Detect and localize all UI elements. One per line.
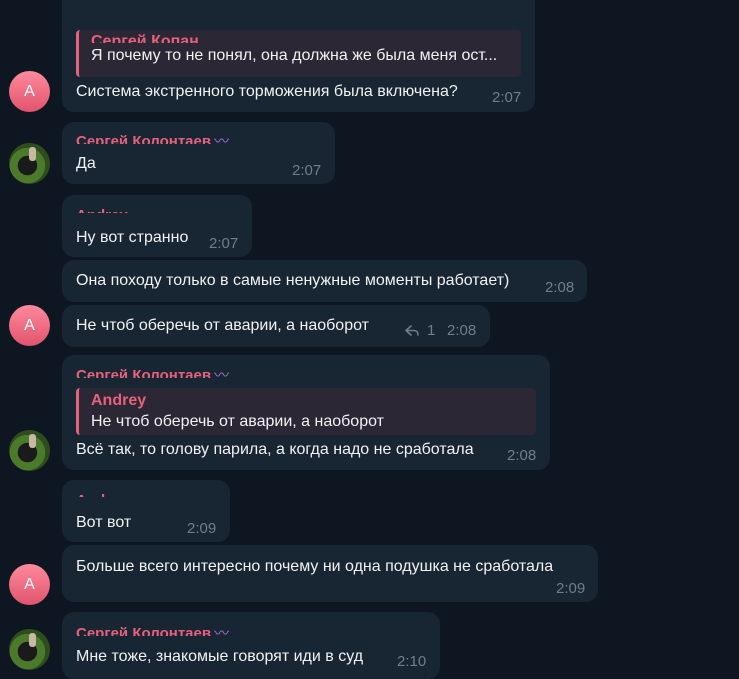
message-bubble[interactable]: Сергей Копан Я почему то не понял, она д…: [62, 0, 535, 112]
avatar[interactable]: [9, 430, 50, 471]
message-time: 2:07: [492, 89, 522, 106]
message-text: Ну вот странно: [76, 229, 189, 246]
sender-name[interactable]: Сергей Колонтаев 〰: [76, 626, 229, 636]
sender-name[interactable]: Сергей Колонтаев 〰: [76, 368, 229, 378]
message-text: Она походу только в самые ненужные момен…: [76, 272, 510, 289]
message-time: 2:09: [556, 580, 586, 597]
message-bubble[interactable]: Не чтоб оберечь от аварии, а наоборот 1 …: [62, 305, 490, 347]
message-bubble[interactable]: Сергей Колонтаев 〰 Andrey Не чтоб оберечь…: [62, 355, 550, 470]
message-text: Мне тоже, знакомые говорят иди в суд: [76, 648, 364, 665]
reply-quote[interactable]: Andrey Не чтоб оберечь от аварии, а наоб…: [76, 388, 536, 435]
message-bubble[interactable]: Сергей Колонтаев 〰 Да 2:07: [62, 122, 335, 184]
message-time: 2:10: [397, 653, 427, 670]
message-time: 2:09: [187, 520, 217, 537]
replies-counter[interactable]: 1: [405, 322, 435, 339]
message-text: Система экстренного торможения была вклю…: [76, 83, 458, 100]
wave-icon: 〰: [214, 368, 230, 378]
sender-name[interactable]: Andrey: [76, 493, 128, 497]
avatar[interactable]: [9, 629, 50, 670]
replies-count: 1: [427, 322, 436, 339]
avatar[interactable]: A: [9, 305, 50, 346]
wave-icon: 〰: [214, 134, 230, 144]
reply-text: Я почему то не понял, она должна же была…: [91, 47, 498, 64]
message-bubble[interactable]: Andrey Ну вот странно 2:07: [62, 195, 252, 257]
reply-sender-name: Сергей Копан: [91, 33, 199, 43]
message-bubble[interactable]: Andrey Вот вот 2:09: [62, 480, 230, 542]
avatar[interactable]: A: [9, 564, 50, 605]
avatar[interactable]: [9, 143, 50, 184]
message-text: Не чтоб оберечь от аварии, а наоборот: [76, 317, 369, 334]
message-time: 2:07: [292, 162, 322, 179]
message-time: 2:08: [545, 279, 575, 296]
reply-arrow-icon: [405, 325, 419, 336]
message-time: 2:08: [447, 322, 477, 339]
wave-icon: 〰: [214, 626, 230, 636]
message-bubble[interactable]: Сергей Колонтаев 〰 Мне тоже, знакомые гов…: [62, 612, 440, 679]
message-time: 2:08: [507, 447, 537, 464]
reply-sender-name: Andrey: [91, 392, 147, 409]
avatar[interactable]: A: [9, 71, 50, 112]
sender-name[interactable]: Сергей Колонтаев 〰: [76, 134, 229, 144]
message-bubble[interactable]: Она походу только в самые ненужные момен…: [62, 260, 587, 302]
message-text: Больше всего интересно почему ни одна по…: [76, 558, 554, 575]
sender-name[interactable]: Andrey: [76, 208, 128, 213]
reply-quote[interactable]: Сергей Копан Я почему то не понял, она д…: [76, 30, 521, 77]
message-time: 2:07: [209, 235, 239, 252]
message-text: Всё так, то голову парила, а когда надо …: [76, 441, 474, 458]
message-text: Да: [76, 155, 96, 172]
message-bubble[interactable]: Больше всего интересно почему ни одна по…: [62, 545, 598, 602]
message-text: Вот вот: [76, 514, 132, 531]
reply-text: Не чтоб оберечь от аварии, а наоборот: [91, 413, 384, 430]
